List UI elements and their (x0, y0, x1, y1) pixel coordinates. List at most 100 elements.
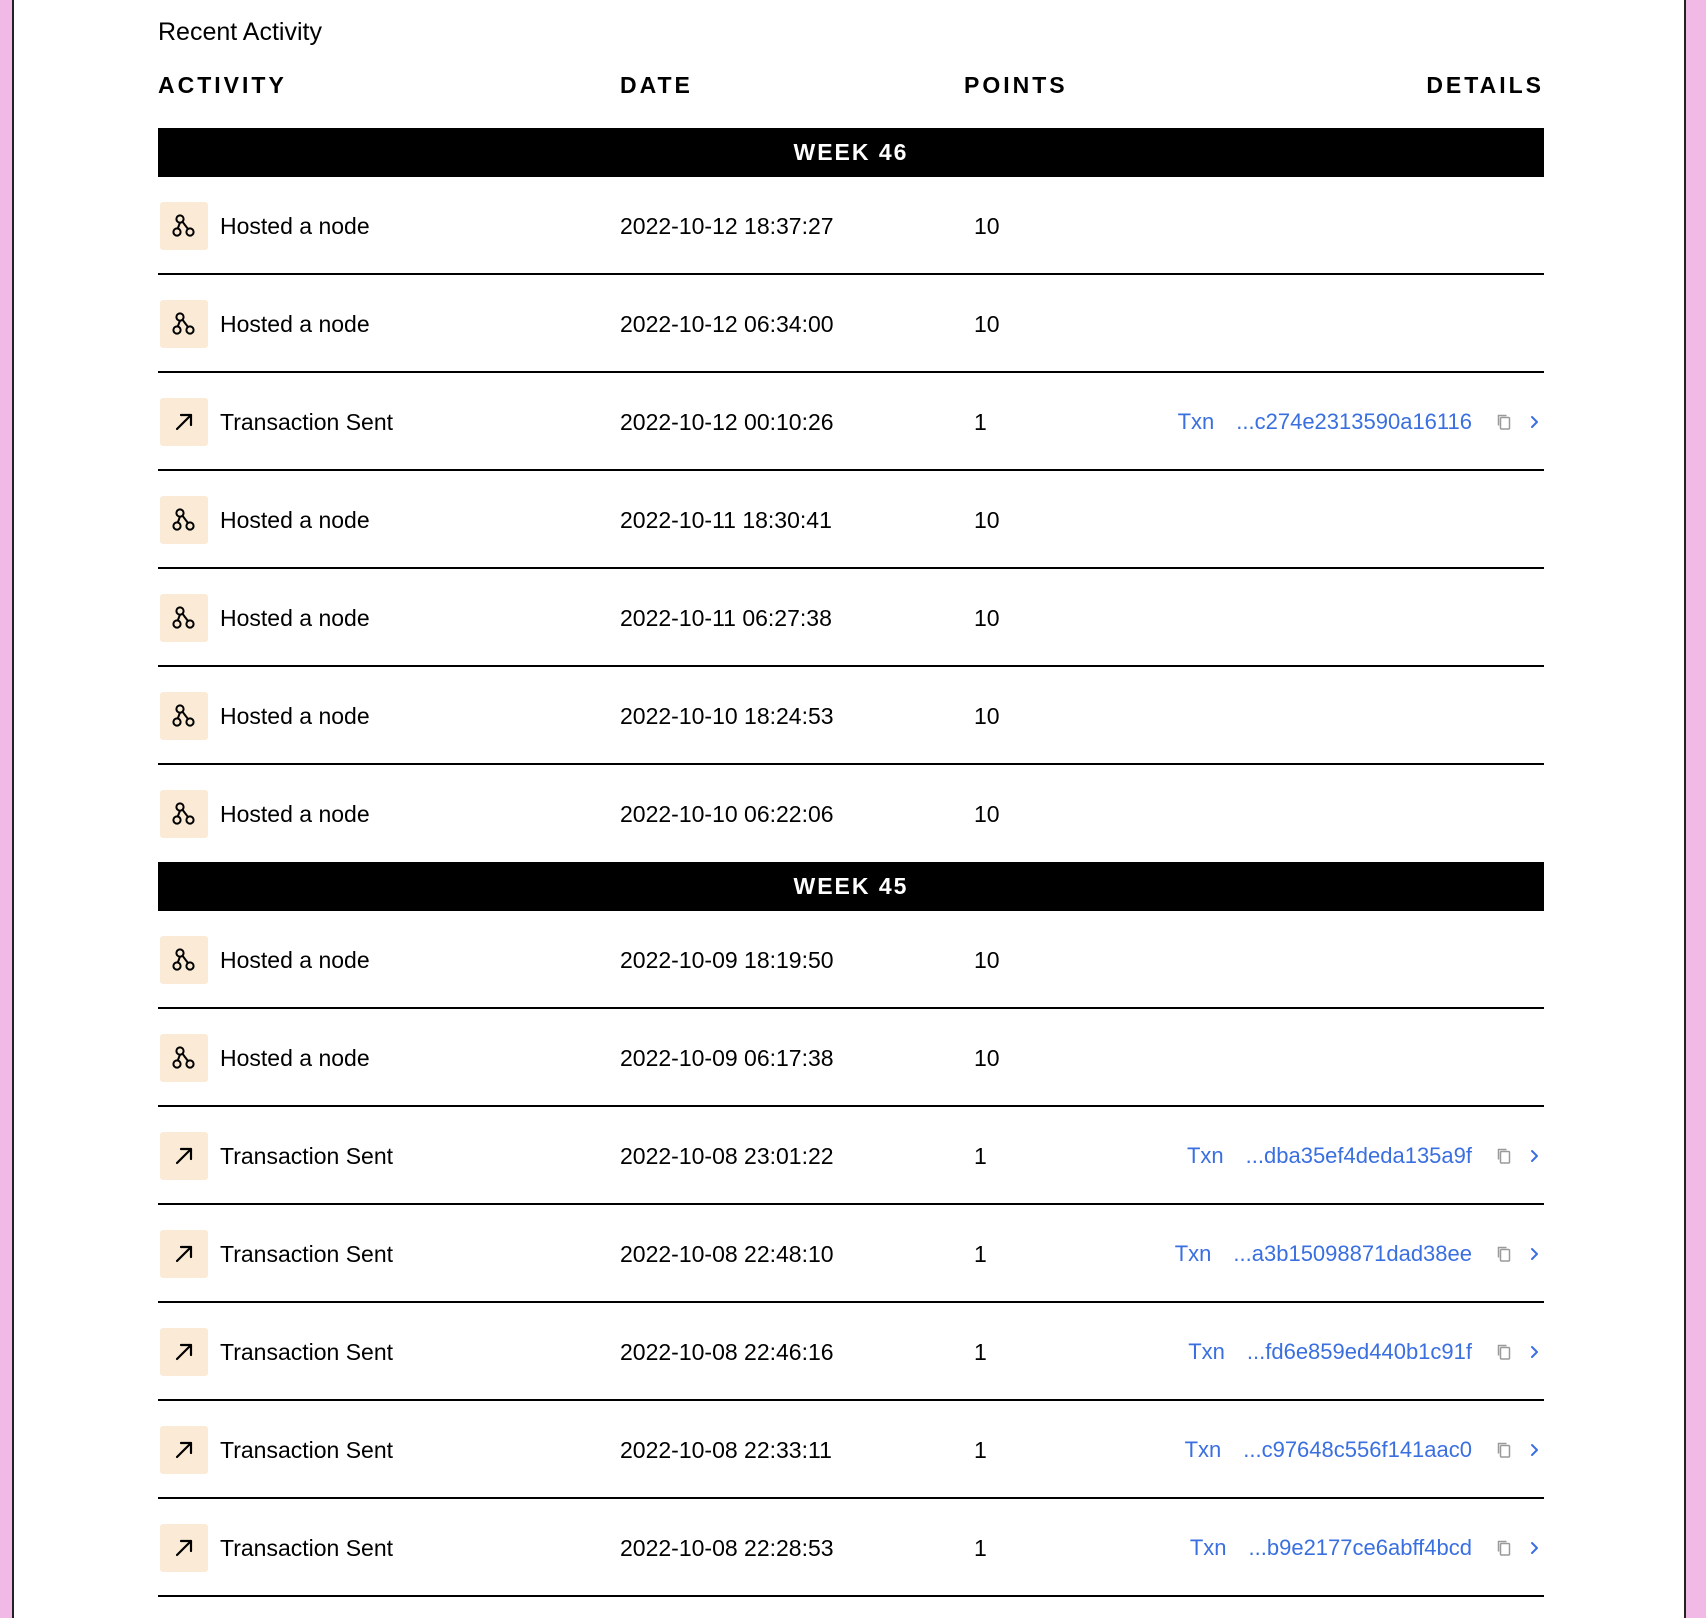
txn-link[interactable]: Txn (1185, 1437, 1222, 1463)
activity-points: 10 (974, 703, 1000, 729)
activity-row: Hosted a node 2022-10-09 18:19:50 10 (158, 911, 1544, 1009)
activity-row: Hosted a node 2022-10-10 18:24:53 10 (158, 667, 1544, 765)
transaction-details: Txn ...c97648c556f141aac0 (1185, 1401, 1544, 1499)
activity-date: 2022-10-09 06:17:38 (620, 1045, 834, 1071)
activity-points: 1 (974, 1143, 987, 1169)
activity-label: Transaction Sent (220, 1437, 394, 1463)
txn-link[interactable]: Txn (1187, 1143, 1224, 1169)
txn-hash-link[interactable]: ...b9e2177ce6abff4bcd (1249, 1535, 1472, 1561)
txn-link[interactable]: Txn (1178, 409, 1215, 435)
node-icon (160, 936, 208, 984)
activity-row: Hosted a node 2022-10-12 06:34:00 10 (158, 275, 1544, 373)
activity-points: 10 (974, 947, 1000, 973)
node-icon (160, 790, 208, 838)
txn-link[interactable]: Txn (1190, 1535, 1227, 1561)
activity-row: Transaction Sent 2022-10-08 22:33:11 1 T… (158, 1401, 1544, 1499)
transaction-details: Txn ...fd6e859ed440b1c91f (1188, 1303, 1544, 1401)
activity-row: Hosted a node 2022-10-12 18:37:27 10 (158, 177, 1544, 275)
activity-label: Hosted a node (220, 605, 370, 631)
chevron-right-icon[interactable] (1528, 1343, 1540, 1361)
arrow-up-right-icon (160, 1230, 208, 1278)
activity-date: 2022-10-12 18:37:27 (620, 213, 834, 239)
copy-icon[interactable] (1496, 1343, 1512, 1361)
activity-label: Hosted a node (220, 703, 370, 729)
node-icon (160, 1034, 208, 1082)
txn-hash-link[interactable]: ...a3b15098871dad38ee (1233, 1241, 1472, 1267)
copy-icon[interactable] (1496, 1147, 1512, 1165)
chevron-right-icon[interactable] (1528, 413, 1540, 431)
activity-points: 10 (974, 1045, 1000, 1071)
activity-points: 1 (974, 1241, 987, 1267)
activity-label: Transaction Sent (220, 1143, 394, 1169)
node-icon (160, 692, 208, 740)
week-header: WEEK 45 (158, 862, 1544, 911)
activity-points: 1 (974, 1535, 987, 1561)
table-header: ACTIVITY DATE POINTS DETAILS (158, 72, 1544, 108)
activity-points: 10 (974, 605, 1000, 631)
chevron-right-icon[interactable] (1528, 1441, 1540, 1459)
txn-hash-link[interactable]: ...c274e2313590a16116 (1236, 409, 1472, 435)
transaction-details: Txn ...c274e2313590a16116 (1178, 373, 1544, 471)
arrow-up-right-icon (160, 1132, 208, 1180)
activity-row: Transaction Sent 2022-10-08 23:01:22 1 T… (158, 1107, 1544, 1205)
arrow-up-right-icon (160, 398, 208, 446)
activity-date: 2022-10-11 06:27:38 (620, 605, 832, 631)
txn-link[interactable]: Txn (1175, 1241, 1212, 1267)
activity-points: 10 (974, 311, 1000, 337)
copy-icon[interactable] (1496, 413, 1512, 431)
activity-row: Hosted a node 2022-10-11 06:27:38 10 (158, 569, 1544, 667)
page-title: Recent Activity (158, 18, 322, 46)
arrow-up-right-icon (160, 1426, 208, 1474)
activity-label: Transaction Sent (220, 1339, 394, 1365)
activity-table: WEEK 46 Hosted a node 2022-10-12 18:37:2… (158, 128, 1544, 1597)
activity-label: Transaction Sent (220, 409, 394, 435)
activity-date: 2022-10-09 18:19:50 (620, 947, 834, 973)
node-icon (160, 594, 208, 642)
activity-row: Hosted a node 2022-10-11 18:30:41 10 (158, 471, 1544, 569)
activity-label: Hosted a node (220, 947, 370, 973)
txn-link[interactable]: Txn (1188, 1339, 1225, 1365)
activity-row: Hosted a node 2022-10-10 06:22:06 10 (158, 765, 1544, 862)
activity-date: 2022-10-12 00:10:26 (620, 409, 834, 435)
activity-row: Hosted a node 2022-10-09 06:17:38 10 (158, 1009, 1544, 1107)
column-header-activity: ACTIVITY (158, 72, 287, 98)
activity-label: Hosted a node (220, 507, 370, 533)
week-header: WEEK 46 (158, 128, 1544, 177)
activity-points: 1 (974, 1339, 987, 1365)
activity-row: Transaction Sent 2022-10-08 22:28:53 1 T… (158, 1499, 1544, 1597)
txn-hash-link[interactable]: ...c97648c556f141aac0 (1243, 1437, 1472, 1463)
node-icon (160, 300, 208, 348)
copy-icon[interactable] (1496, 1539, 1512, 1557)
activity-date: 2022-10-08 22:48:10 (620, 1241, 834, 1267)
copy-icon[interactable] (1496, 1441, 1512, 1459)
activity-date: 2022-10-08 23:01:22 (620, 1143, 834, 1169)
activity-date: 2022-10-10 18:24:53 (620, 703, 834, 729)
node-icon (160, 202, 208, 250)
chevron-right-icon[interactable] (1528, 1539, 1540, 1557)
activity-label: Hosted a node (220, 801, 370, 827)
transaction-details: Txn ...b9e2177ce6abff4bcd (1190, 1499, 1544, 1597)
txn-hash-link[interactable]: ...dba35ef4deda135a9f (1246, 1143, 1472, 1169)
column-header-points: POINTS (964, 72, 1068, 98)
activity-date: 2022-10-12 06:34:00 (620, 311, 834, 337)
activity-date: 2022-10-08 22:33:11 (620, 1437, 832, 1463)
txn-hash-link[interactable]: ...fd6e859ed440b1c91f (1247, 1339, 1472, 1365)
activity-row: Transaction Sent 2022-10-12 00:10:26 1 T… (158, 373, 1544, 471)
transaction-details: Txn ...dba35ef4deda135a9f (1187, 1107, 1544, 1205)
activity-points: 1 (974, 1437, 987, 1463)
activity-row: Transaction Sent 2022-10-08 22:48:10 1 T… (158, 1205, 1544, 1303)
activity-date: 2022-10-08 22:46:16 (620, 1339, 834, 1365)
column-header-date: DATE (620, 72, 693, 98)
chevron-right-icon[interactable] (1528, 1147, 1540, 1165)
chevron-right-icon[interactable] (1528, 1245, 1540, 1263)
activity-row: Transaction Sent 2022-10-08 22:46:16 1 T… (158, 1303, 1544, 1401)
activity-points: 1 (974, 409, 987, 435)
arrow-up-right-icon (160, 1524, 208, 1572)
activity-panel: Recent Activity ACTIVITY DATE POINTS DET… (12, 0, 1686, 1618)
activity-label: Hosted a node (220, 311, 370, 337)
arrow-up-right-icon (160, 1328, 208, 1376)
activity-label: Transaction Sent (220, 1535, 394, 1561)
transaction-details: Txn ...a3b15098871dad38ee (1175, 1205, 1544, 1303)
activity-label: Hosted a node (220, 1045, 370, 1071)
copy-icon[interactable] (1496, 1245, 1512, 1263)
